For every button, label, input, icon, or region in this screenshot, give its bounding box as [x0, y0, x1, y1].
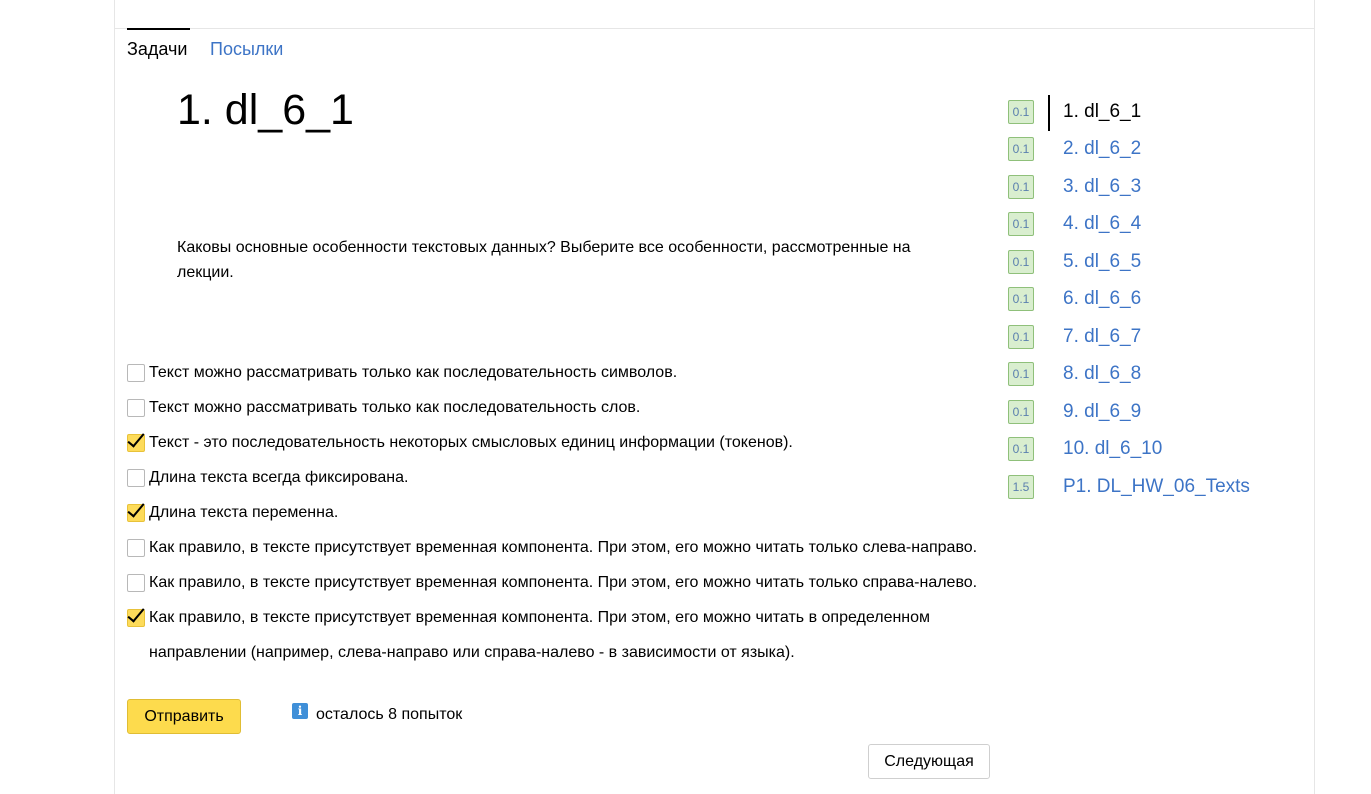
answer-option[interactable]: Текст можно рассматривать только как пос… [127, 390, 1007, 425]
current-indicator [1048, 95, 1050, 131]
option-checkbox-checked[interactable] [127, 503, 145, 522]
nav-item-label[interactable]: 4. dl_6_4 [1063, 213, 1141, 235]
option-checkbox[interactable] [127, 538, 145, 557]
score-badge: 0.1 [1008, 287, 1034, 312]
score-badge: 0.1 [1008, 324, 1034, 349]
nav-item-problem-8[interactable]: 0.1 8. dl_6_8 [1008, 356, 1308, 394]
score-badge: 0.1 [1008, 249, 1034, 274]
nav-item-problem-1[interactable]: 0.1 1. dl_6_1 [1008, 93, 1308, 131]
option-checkbox[interactable] [127, 468, 145, 487]
content-frame-left-border [114, 0, 115, 794]
nav-item-label[interactable]: 3. dl_6_3 [1063, 176, 1141, 198]
info-icon: i [292, 703, 308, 719]
problem-title: 1. dl_6_1 [177, 86, 354, 134]
option-checkbox[interactable] [127, 398, 145, 417]
nav-item-problem-6[interactable]: 0.1 6. dl_6_6 [1008, 281, 1308, 319]
option-label[interactable]: Как правило, в тексте присутствует време… [149, 600, 930, 670]
score-badge: 0.1 [1008, 437, 1034, 462]
answer-option[interactable]: Длина текста переменна. [127, 495, 1007, 530]
nav-item-label[interactable]: 5. dl_6_5 [1063, 251, 1141, 273]
content-frame-top-border [114, 28, 1315, 29]
tab-problems[interactable]: Задачи [127, 28, 190, 59]
option-label-line: направлении (например, слева-направо или… [149, 644, 795, 661]
answer-options: Текст можно рассматривать только как пос… [127, 355, 1007, 670]
nav-item-label[interactable]: 7. dl_6_7 [1063, 326, 1141, 348]
answer-option[interactable]: Как правило, в тексте присутствует време… [127, 600, 1007, 670]
nav-item-label[interactable]: 8. dl_6_8 [1063, 363, 1141, 385]
nav-item-problem-5[interactable]: 0.1 5. dl_6_5 [1008, 243, 1308, 281]
tab-submissions[interactable]: Посылки [210, 28, 283, 59]
nav-item-problem-10[interactable]: 0.1 10. dl_6_10 [1008, 431, 1308, 469]
nav-item-label[interactable]: 2. dl_6_2 [1063, 138, 1141, 160]
option-label[interactable]: Как правило, в тексте присутствует време… [149, 539, 977, 557]
score-badge: 0.1 [1008, 174, 1034, 199]
problem-navigation: 0.1 1. dl_6_1 0.1 2. dl_6_2 0.1 3. dl_6_… [1008, 93, 1308, 506]
nav-item-problem-4[interactable]: 0.1 4. dl_6_4 [1008, 206, 1308, 244]
answer-option[interactable]: Длина текста всегда фиксирована. [127, 460, 1007, 495]
nav-item-problem-3[interactable]: 0.1 3. dl_6_3 [1008, 168, 1308, 206]
next-problem-button[interactable]: Следующая [868, 744, 990, 779]
option-checkbox[interactable] [127, 363, 145, 382]
nav-item-label[interactable]: P1. DL_HW_06_Texts [1063, 476, 1250, 498]
score-badge: 0.1 [1008, 137, 1034, 162]
problem-statement: Каковы основные особенности текстовых да… [177, 239, 911, 281]
nav-item-problem-p1[interactable]: 1.5 P1. DL_HW_06_Texts [1008, 468, 1308, 506]
nav-item-label[interactable]: 9. dl_6_9 [1063, 401, 1141, 423]
nav-item-label[interactable]: 1. dl_6_1 [1063, 101, 1141, 123]
answer-option[interactable]: Как правило, в тексте присутствует време… [127, 530, 1007, 565]
answer-option[interactable]: Текст - это последовательность некоторых… [127, 425, 1007, 460]
nav-item-problem-2[interactable]: 0.1 2. dl_6_2 [1008, 131, 1308, 169]
content-frame-right-border [1314, 0, 1315, 794]
nav-item-problem-7[interactable]: 0.1 7. dl_6_7 [1008, 318, 1308, 356]
score-badge: 0.1 [1008, 399, 1034, 424]
option-checkbox-checked[interactable] [127, 609, 145, 627]
score-badge: 0.1 [1008, 99, 1034, 124]
nav-item-label[interactable]: 10. dl_6_10 [1063, 438, 1162, 460]
score-badge: 0.1 [1008, 212, 1034, 237]
attempts-info: i осталось 8 попыток [292, 703, 463, 724]
option-checkbox-checked[interactable] [127, 433, 145, 452]
nav-item-label[interactable]: 6. dl_6_6 [1063, 288, 1141, 310]
option-label[interactable]: Текст - это последовательность некоторых… [149, 434, 793, 452]
answer-option[interactable]: Как правило, в тексте присутствует време… [127, 565, 1007, 600]
nav-item-problem-9[interactable]: 0.1 9. dl_6_9 [1008, 393, 1308, 431]
score-badge: 0.1 [1008, 362, 1034, 387]
option-label[interactable]: Как правило, в тексте присутствует време… [149, 574, 977, 592]
option-label[interactable]: Текст можно рассматривать только как пос… [149, 399, 640, 417]
submit-button[interactable]: Отправить [127, 699, 241, 734]
answer-option[interactable]: Текст можно рассматривать только как пос… [127, 355, 1007, 390]
option-label[interactable]: Длина текста переменна. [149, 504, 338, 522]
option-label[interactable]: Длина текста всегда фиксирована. [149, 469, 408, 487]
option-checkbox[interactable] [127, 573, 145, 592]
attempts-remaining-text: осталось 8 попыток [316, 706, 463, 723]
score-badge: 1.5 [1008, 474, 1034, 499]
option-label-line: Как правило, в тексте присутствует време… [149, 609, 931, 626]
option-label[interactable]: Текст можно рассматривать только как пос… [149, 364, 677, 382]
